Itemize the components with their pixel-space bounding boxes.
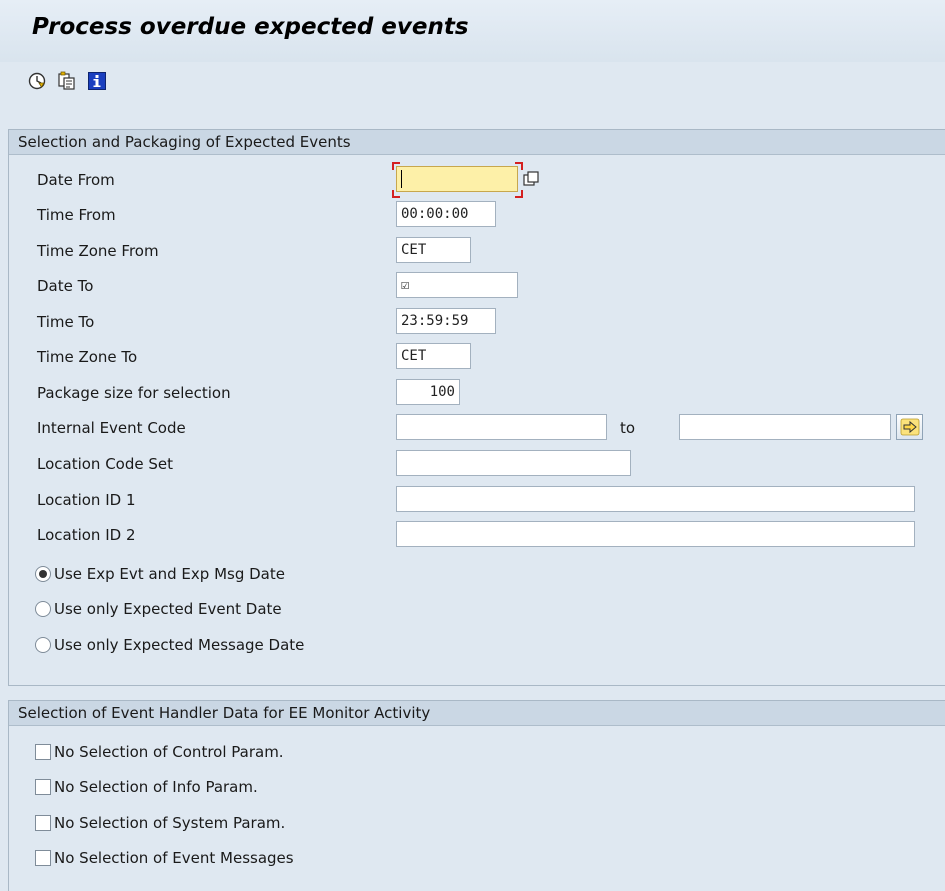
copy-variant-icon[interactable]	[56, 70, 78, 92]
selection-packaging-group: Selection and Packaging of Expected Even…	[8, 129, 945, 686]
radio-label[interactable]: Use only Expected Event Date	[54, 600, 282, 618]
checkbox-info-param[interactable]: No Selection of Info Param.	[9, 777, 939, 805]
internal-event-code-from-field[interactable]	[396, 414, 607, 440]
arrow-right-icon	[900, 418, 919, 436]
title-bar: Process overdue expected events	[0, 0, 945, 62]
internal-event-code-to-field[interactable]	[679, 414, 891, 440]
location-id1-row: Location ID 1	[9, 486, 939, 514]
radio-label[interactable]: Use Exp Evt and Exp Msg Date	[54, 565, 285, 583]
location-id2-label: Location ID 2	[37, 526, 136, 544]
location-id2-row: Location ID 2	[9, 521, 939, 549]
group-header: Selection and Packaging of Expected Even…	[9, 130, 945, 155]
time-to-row: Time To 23:59:59	[9, 308, 939, 336]
required-marker	[392, 162, 400, 170]
group-header: Selection of Event Handler Data for EE M…	[9, 701, 945, 726]
time-from-row: Time From 00:00:00	[9, 201, 939, 229]
package-size-label: Package size for selection	[37, 384, 231, 402]
event-handler-data-group: Selection of Event Handler Data for EE M…	[8, 700, 945, 891]
checkbox-label[interactable]: No Selection of Control Param.	[54, 743, 284, 761]
checkbox[interactable]	[35, 744, 51, 760]
date-from-label: Date From	[37, 171, 115, 189]
location-code-set-label: Location Code Set	[37, 455, 174, 473]
tz-from-field[interactable]: CET	[396, 237, 471, 263]
location-id1-field[interactable]	[396, 486, 915, 512]
date-to-field[interactable]: ☑	[396, 272, 518, 298]
calendar-popup-icon[interactable]	[519, 167, 543, 191]
internal-event-code-label: Internal Event Code	[37, 419, 186, 437]
required-marker	[392, 190, 400, 198]
required-marker	[515, 190, 523, 198]
radio-label[interactable]: Use only Expected Message Date	[54, 636, 304, 654]
tz-from-label: Time Zone From	[37, 242, 159, 260]
date-from-row: Date From	[9, 162, 939, 198]
location-id2-field[interactable]	[396, 521, 915, 547]
location-code-set-field[interactable]	[396, 450, 631, 476]
tz-to-label: Time Zone To	[37, 348, 138, 366]
checkbox-label[interactable]: No Selection of Event Messages	[54, 849, 294, 867]
checkbox[interactable]	[35, 779, 51, 795]
time-from-field[interactable]: 00:00:00	[396, 201, 496, 227]
time-to-field[interactable]: 23:59:59	[396, 308, 496, 334]
text-cursor	[401, 170, 402, 188]
radio-selected-dot	[39, 570, 47, 578]
date-from-field[interactable]	[396, 166, 518, 192]
radio-button[interactable]	[35, 601, 51, 617]
checkbox-label[interactable]: No Selection of Info Param.	[54, 778, 258, 796]
radio-button[interactable]	[35, 566, 51, 582]
tz-to-field[interactable]: CET	[396, 343, 471, 369]
radio-exp-evt-only[interactable]: Use only Expected Event Date	[9, 599, 939, 627]
package-size-field[interactable]: 100	[396, 379, 460, 405]
tz-to-row: Time Zone To CET	[9, 343, 939, 371]
checkbox-event-messages[interactable]: No Selection of Event Messages	[9, 848, 939, 876]
range-to-label: to	[620, 419, 636, 437]
package-size-row: Package size for selection 100	[9, 379, 939, 407]
page-title: Process overdue expected events	[32, 14, 469, 40]
checkbox-label[interactable]: No Selection of System Param.	[54, 814, 285, 832]
checkbox[interactable]	[35, 850, 51, 866]
date-to-label: Date To	[37, 277, 94, 295]
checkbox-system-param[interactable]: No Selection of System Param.	[9, 813, 939, 841]
location-id1-label: Location ID 1	[37, 491, 136, 509]
time-to-label: Time To	[37, 313, 95, 331]
tz-from-row: Time Zone From CET	[9, 237, 939, 265]
checkbox[interactable]	[35, 815, 51, 831]
radio-exp-msg-only[interactable]: Use only Expected Message Date	[9, 635, 939, 663]
radio-button[interactable]	[35, 637, 51, 653]
date-to-row: Date To ☑	[9, 272, 939, 300]
time-from-label: Time From	[37, 206, 116, 224]
multiple-selection-button[interactable]	[896, 414, 923, 440]
info-icon[interactable]	[86, 70, 108, 92]
checkbox-control-param[interactable]: No Selection of Control Param.	[9, 742, 939, 770]
execute-icon[interactable]	[26, 70, 48, 92]
radio-exp-evt-msg[interactable]: Use Exp Evt and Exp Msg Date	[9, 564, 939, 592]
internal-event-code-row: Internal Event Code to	[9, 414, 939, 442]
location-code-set-row: Location Code Set	[9, 450, 939, 478]
